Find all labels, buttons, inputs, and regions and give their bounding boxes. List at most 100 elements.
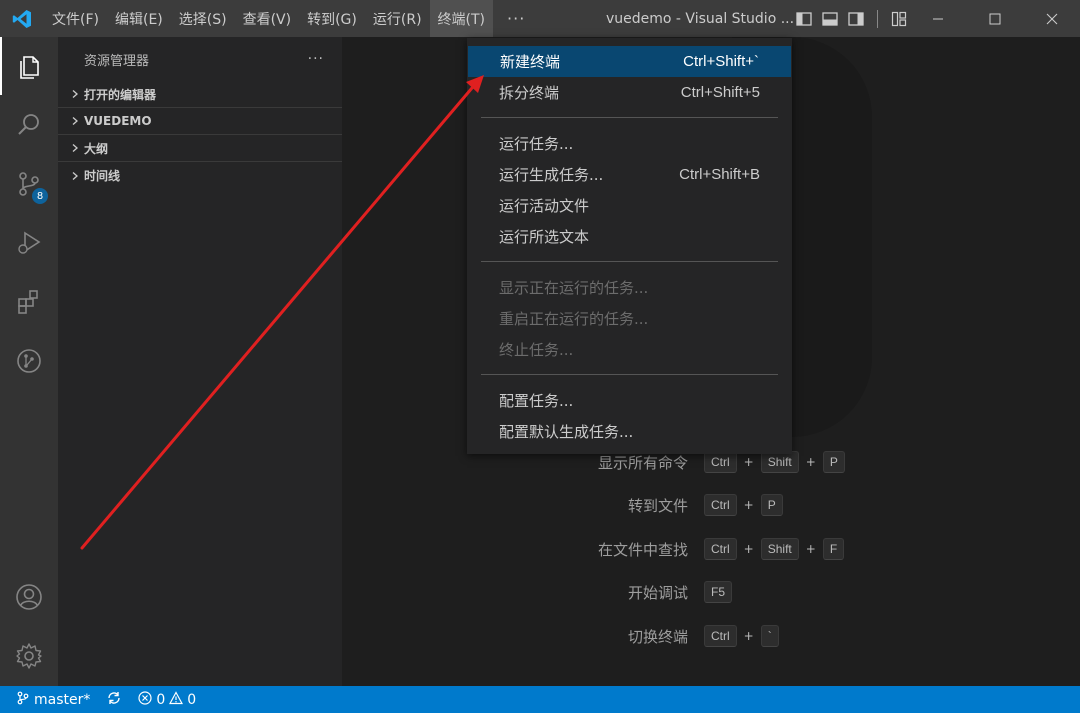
title-bar: 文件(F) 编辑(E) 选择(S) 查看(V) 转到(G) 运行(R) 终端(T… xyxy=(0,0,1080,37)
menu-item-run-active-file[interactable]: 运行活动文件 xyxy=(467,190,792,221)
sync-icon xyxy=(106,690,122,710)
search-icon[interactable] xyxy=(0,96,58,154)
minimize-button[interactable] xyxy=(909,0,966,37)
terminal-menu-dropdown: 新建终端 Ctrl+Shift+` 拆分终端 Ctrl+Shift+5 运行任务… xyxy=(467,38,792,454)
menu-selection[interactable]: 选择(S) xyxy=(171,0,235,37)
source-control-icon[interactable]: 8 xyxy=(0,155,58,213)
extensions-icon[interactable] xyxy=(0,273,58,331)
menu-item-terminate-task: 终止任务... xyxy=(467,334,792,365)
section-timeline[interactable]: 时间线 xyxy=(58,162,342,189)
menu-item-new-terminal[interactable]: 新建终端 Ctrl+Shift+` xyxy=(468,46,791,77)
key: P xyxy=(822,451,845,473)
section-label: VUEDEMO xyxy=(84,114,152,128)
key: Ctrl xyxy=(704,451,737,473)
chevron-right-icon xyxy=(66,143,84,153)
menu-item-show-running-tasks: 显示正在运行的任务... xyxy=(467,272,792,303)
close-button[interactable] xyxy=(1023,0,1080,37)
shortcut-find-in-files: 在文件中查找 Ctrl + Shift + F xyxy=(342,536,1080,562)
section-open-editors[interactable]: 打开的编辑器 xyxy=(58,81,342,108)
menu-item-label: 运行任务... xyxy=(499,135,574,153)
menu-bar: 文件(F) 编辑(E) 选择(S) 查看(V) 转到(G) 运行(R) 终端(T… xyxy=(44,0,539,37)
menu-item-label: 显示正在运行的任务... xyxy=(499,279,649,297)
key: Shift xyxy=(760,538,799,560)
git-branch-icon xyxy=(16,691,30,709)
manage-gear-icon[interactable] xyxy=(0,627,58,685)
shortcut-start-debugging: 开始调试 F5 xyxy=(342,579,1080,605)
menu-item-run-task[interactable]: 运行任务... xyxy=(467,128,792,159)
sync-button[interactable] xyxy=(98,686,130,713)
customize-layout-icon[interactable] xyxy=(889,9,909,29)
menu-item-run-selected-text[interactable]: 运行所选文本 xyxy=(467,221,792,252)
shortcut-keys: Ctrl + Shift + F xyxy=(704,538,845,560)
key: Shift xyxy=(760,451,799,473)
shortcut-label: 切换终端 xyxy=(627,627,688,646)
vscode-logo-icon xyxy=(0,0,44,37)
menu-file[interactable]: 文件(F) xyxy=(44,0,107,37)
menu-edit[interactable]: 编辑(E) xyxy=(107,0,171,37)
menu-go[interactable]: 转到(G) xyxy=(299,0,365,37)
shortcut-keys: Ctrl + P xyxy=(704,494,783,516)
key: F xyxy=(822,538,845,560)
chevron-right-icon xyxy=(66,171,84,181)
section-vuedemo[interactable]: VUEDEMO xyxy=(58,108,342,135)
status-bar: master* 0 0 xyxy=(0,686,1080,713)
scm-badge: 8 xyxy=(32,188,48,204)
toggle-primary-sidebar-icon[interactable] xyxy=(794,9,814,29)
menu-item-label: 新建终端 xyxy=(500,53,561,71)
shortcut-keys: Ctrl + ` xyxy=(704,625,779,647)
error-icon xyxy=(138,690,152,709)
section-label: 时间线 xyxy=(84,169,121,183)
menu-item-label: 配置任务... xyxy=(499,392,574,410)
chevron-right-icon xyxy=(66,116,84,126)
key: Ctrl xyxy=(704,625,737,647)
chevron-right-icon xyxy=(66,89,84,99)
menu-item-label: 运行活动文件 xyxy=(499,197,590,215)
key: Ctrl xyxy=(704,494,737,516)
menu-terminal[interactable]: 终端(T) xyxy=(429,0,494,37)
sidebar-more-button[interactable]: ··· xyxy=(308,51,324,67)
menu-item-label: 配置默认生成任务... xyxy=(499,423,634,441)
git-graph-icon[interactable] xyxy=(0,332,58,390)
maximize-button[interactable] xyxy=(966,0,1023,37)
key: Ctrl xyxy=(704,538,737,560)
title-separator xyxy=(877,9,878,28)
menu-item-run-build-task[interactable]: 运行生成任务... Ctrl+Shift+B xyxy=(467,159,792,190)
window-title: vuedemo - Visual Studio ... xyxy=(606,10,795,27)
toggle-panel-icon[interactable] xyxy=(820,9,840,29)
shortcut-toggle-terminal: 切换终端 Ctrl + ` xyxy=(342,623,1080,649)
shortcut-go-to-file: 转到文件 Ctrl + P xyxy=(342,492,1080,518)
shortcut-label: 开始调试 xyxy=(627,583,688,602)
menu-item-label: 重启正在运行的任务... xyxy=(499,310,649,328)
shortcut-label: 显示所有命令 xyxy=(597,453,688,472)
menu-item-label: 终止任务... xyxy=(499,341,574,359)
problems-status[interactable]: 0 0 xyxy=(130,686,204,713)
branch-name: master* xyxy=(34,691,91,708)
explorer-icon[interactable] xyxy=(0,37,58,95)
layout-controls xyxy=(794,0,909,37)
menu-item-split-terminal[interactable]: 拆分终端 Ctrl+Shift+5 xyxy=(467,77,792,108)
branch-status[interactable]: master* xyxy=(0,686,98,713)
menu-view[interactable]: 查看(V) xyxy=(235,0,300,37)
accounts-icon[interactable] xyxy=(0,568,58,626)
key: ` xyxy=(760,625,779,647)
menu-separator xyxy=(481,261,778,262)
section-outline[interactable]: 大纲 xyxy=(58,135,342,162)
menu-item-configure-tasks[interactable]: 配置任务... xyxy=(467,385,792,416)
menu-item-configure-default-build-task[interactable]: 配置默认生成任务... xyxy=(467,416,792,447)
menu-separator xyxy=(481,117,778,118)
menu-run[interactable]: 运行(R) xyxy=(365,0,430,37)
plus: + xyxy=(743,629,754,643)
error-count: 0 xyxy=(156,691,166,708)
plus: + xyxy=(743,498,754,512)
toggle-secondary-sidebar-icon[interactable] xyxy=(846,9,866,29)
plus: + xyxy=(743,455,754,469)
window-controls xyxy=(909,0,1080,37)
key: F5 xyxy=(704,581,733,603)
plus: + xyxy=(743,542,754,556)
warning-icon xyxy=(169,690,184,709)
menu-more-button[interactable]: ··· xyxy=(493,0,539,37)
activity-bar: 8 xyxy=(0,37,58,686)
run-and-debug-icon[interactable] xyxy=(0,214,58,272)
shortcut-label: 在文件中查找 xyxy=(597,540,688,559)
menu-separator xyxy=(481,374,778,375)
